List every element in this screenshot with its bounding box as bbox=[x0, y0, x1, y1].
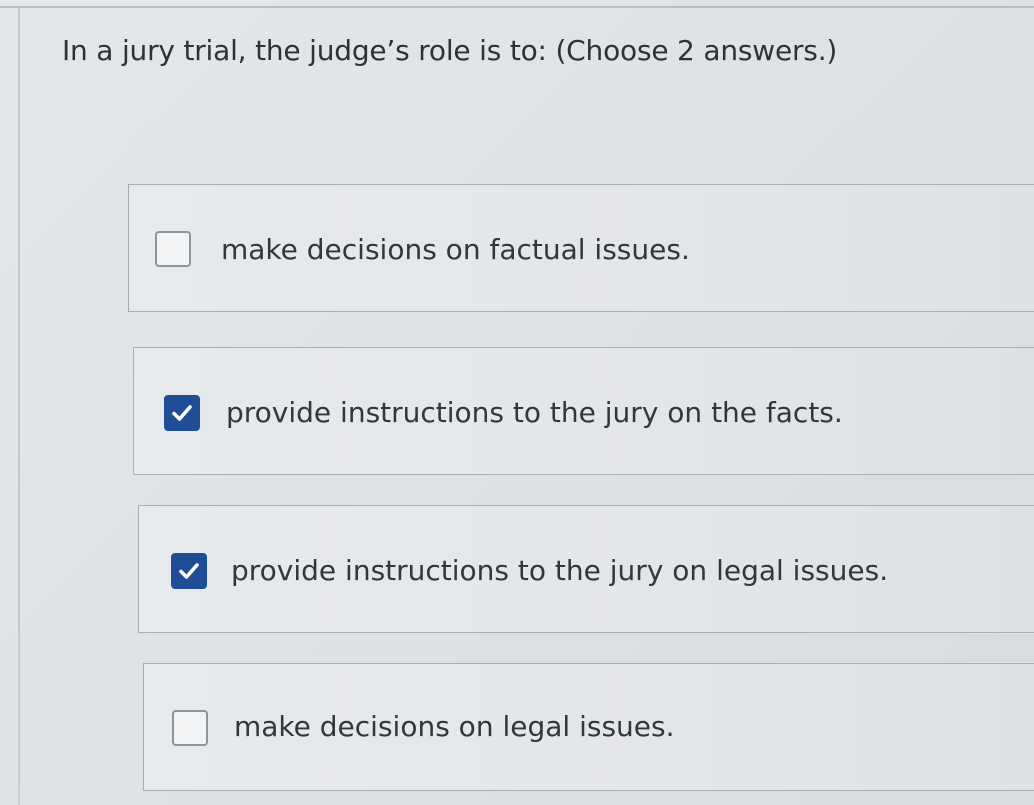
answer-option-label: make decisions on factual issues. bbox=[221, 233, 690, 266]
checkbox-checked[interactable] bbox=[164, 395, 200, 431]
checkbox-checked[interactable] bbox=[171, 553, 207, 589]
quiz-screen: In a jury trial, the judge’s role is to:… bbox=[0, 0, 1034, 805]
answer-option-label: make decisions on legal issues. bbox=[234, 710, 675, 743]
answer-option-4[interactable]: make decisions on legal issues. bbox=[143, 663, 1034, 791]
checkmark-icon bbox=[172, 405, 192, 421]
checkbox-unchecked[interactable] bbox=[155, 231, 191, 267]
answer-option-label: provide instructions to the jury on lega… bbox=[231, 554, 889, 587]
checkmark-icon bbox=[179, 563, 199, 579]
checkbox-unchecked[interactable] bbox=[172, 710, 208, 746]
question-text: In a jury trial, the judge’s role is to:… bbox=[62, 34, 838, 67]
answer-option-3[interactable]: provide instructions to the jury on lega… bbox=[138, 505, 1034, 633]
left-border bbox=[18, 8, 20, 805]
top-divider bbox=[0, 6, 1034, 8]
answer-option-1[interactable]: make decisions on factual issues. bbox=[128, 184, 1034, 312]
answer-option-label: provide instructions to the jury on the … bbox=[226, 396, 843, 429]
answer-option-2[interactable]: provide instructions to the jury on the … bbox=[133, 347, 1034, 475]
